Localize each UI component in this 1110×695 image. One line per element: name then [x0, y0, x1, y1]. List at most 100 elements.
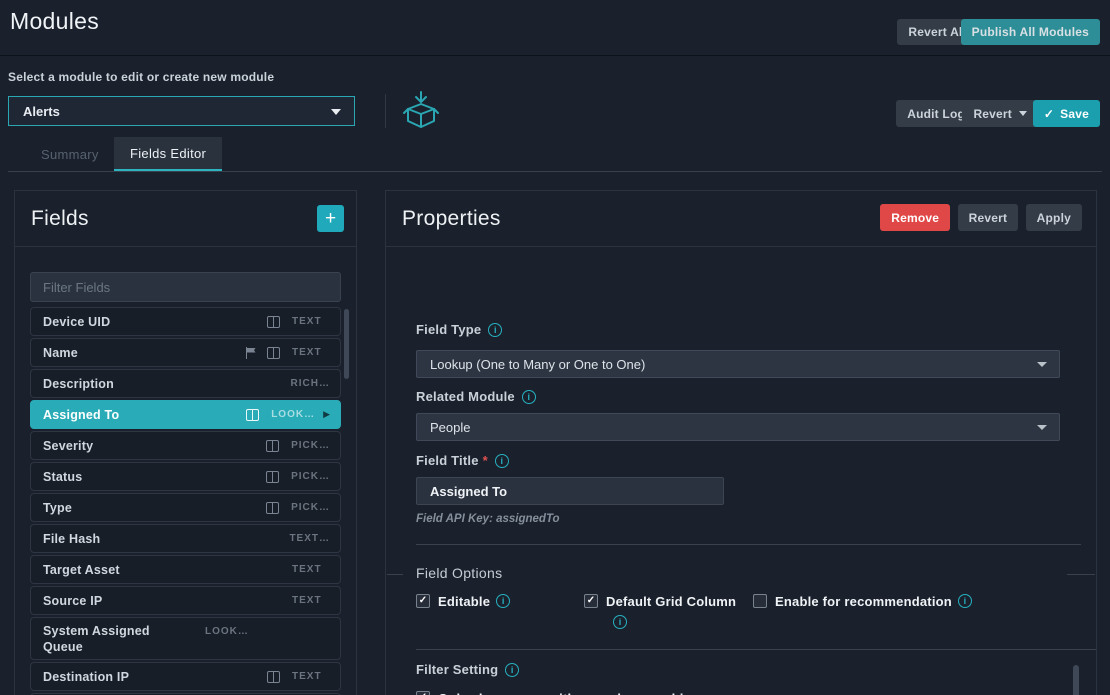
module-select-value: Alerts	[23, 104, 60, 119]
page-title: Modules	[10, 8, 99, 35]
tab-fields-editor[interactable]: Fields Editor	[114, 137, 222, 172]
grid-column-icon	[266, 502, 279, 514]
field-type-badge: TEXT	[292, 316, 330, 327]
field-type-badge: TEXT…	[289, 533, 330, 544]
chevron-down-icon	[1019, 111, 1027, 116]
related-module-dropdown[interactable]: People	[416, 413, 1060, 441]
checkbox-icon: ✓	[584, 594, 598, 608]
fields-panel-title: Fields	[31, 207, 89, 231]
check-icon: ✓	[1044, 107, 1054, 121]
field-title-label-text: Field Title	[416, 453, 479, 468]
module-import-box-icon	[402, 90, 440, 132]
info-icon[interactable]: i	[505, 663, 519, 677]
info-icon[interactable]: i	[613, 615, 627, 629]
field-type-badge: TEXT	[292, 671, 330, 682]
field-name: Target Asset	[43, 563, 280, 577]
editable-checkbox-label: Editable	[438, 594, 490, 609]
publish-all-modules-button[interactable]: Publish All Modules	[961, 19, 1100, 45]
field-row-system-assigned-queue[interactable]: System Assigned Queue LOOK…	[30, 617, 341, 660]
chevron-down-icon	[1037, 425, 1047, 430]
checkbox-icon: ✓	[416, 691, 430, 695]
info-icon[interactable]: i	[522, 390, 536, 404]
properties-scrollbar[interactable]	[1073, 665, 1079, 695]
remove-button[interactable]: Remove	[880, 204, 950, 231]
field-row-device-uid[interactable]: Device UID TEXT	[30, 307, 341, 336]
header-divider	[0, 55, 1110, 56]
field-row-status[interactable]: Status PICK…	[30, 462, 341, 491]
save-label: Save	[1060, 107, 1089, 121]
grid-column-icon	[266, 440, 279, 452]
default-grid-column-checkbox-label: Default Grid Column	[606, 594, 736, 609]
field-name: Source IP	[43, 594, 280, 608]
field-row-file-hash[interactable]: File Hash TEXT…	[30, 524, 341, 553]
grid-column-icon	[267, 316, 280, 328]
tab-summary[interactable]: Summary	[25, 137, 115, 172]
grid-column-icon	[266, 471, 279, 483]
ownership-checkbox[interactable]: ✓ Only show users with record ownership	[416, 691, 692, 695]
field-row-severity[interactable]: SeverityPICK…	[30, 431, 341, 460]
modules-page: Modules Revert All Publish All Modules S…	[0, 0, 1110, 695]
checkbox-icon: ✓	[416, 594, 430, 608]
module-select-dropdown[interactable]: Alerts	[8, 96, 355, 126]
ownership-checkbox-label: Only show users with record ownership	[438, 691, 692, 695]
field-row-target-asset[interactable]: Target AssetTEXT	[30, 555, 341, 584]
default-grid-column-checkbox[interactable]: ✓ Default Grid Column	[584, 594, 736, 609]
field-name: Description	[43, 377, 279, 391]
field-type-badge: PICK…	[291, 471, 330, 482]
save-button[interactable]: ✓ Save	[1033, 100, 1100, 127]
field-type-label-text: Field Type	[416, 322, 481, 337]
module-select-label: Select a module to edit or create new mo…	[8, 70, 274, 84]
field-name: Status	[43, 470, 256, 484]
field-title-input[interactable]	[416, 477, 724, 505]
apply-button[interactable]: Apply	[1026, 204, 1082, 231]
enable-for-recommendation-checkbox-label: Enable for recommendation	[775, 594, 952, 609]
filter-setting-label-text: Filter Setting	[416, 662, 498, 677]
enable-for-recommendation-checkbox[interactable]: Enable for recommendation i	[753, 594, 972, 609]
info-icon[interactable]: i	[958, 594, 972, 608]
field-name: File Hash	[43, 532, 277, 546]
grid-column-icon	[246, 409, 259, 421]
field-name: System Assigned Queue	[43, 623, 193, 656]
properties-panel-header: Properties Remove Revert Apply	[386, 191, 1096, 247]
expand-arrow-icon: ▶	[323, 409, 330, 420]
section-divider	[416, 649, 1096, 650]
info-icon[interactable]: i	[495, 454, 509, 468]
revert-field-button[interactable]: Revert	[958, 204, 1019, 231]
add-field-button[interactable]: +	[317, 205, 344, 232]
field-type-dropdown[interactable]: Lookup (One to Many or One to One)	[416, 350, 1060, 378]
field-name: Severity	[43, 439, 256, 453]
field-row-type[interactable]: TypePICK…	[30, 493, 341, 522]
fields-list-scrollbar[interactable]	[344, 309, 349, 379]
info-icon[interactable]: i	[488, 323, 502, 337]
editable-checkbox[interactable]: ✓ Editable i	[416, 594, 510, 609]
flag-icon	[245, 347, 257, 359]
revert-dropdown-button[interactable]: Revert	[962, 100, 1038, 127]
related-module-label: Related Module i	[416, 389, 536, 404]
filter-fields-input[interactable]	[30, 272, 341, 302]
section-divider	[416, 544, 1081, 545]
properties-panel-title: Properties	[402, 207, 501, 231]
grid-column-icon	[267, 347, 280, 359]
fields-list: Device UIDTEXTNameTEXTDescriptionRICH…As…	[30, 307, 341, 695]
field-name: Name	[43, 346, 235, 360]
field-row-assigned-to[interactable]: Assigned ToLOOK…▶	[30, 400, 341, 429]
fields-panel-body: Device UIDTEXTNameTEXTDescriptionRICH…As…	[15, 247, 356, 695]
field-name: Device UID	[43, 315, 257, 329]
field-row-name[interactable]: NameTEXT	[30, 338, 341, 367]
field-api-key: Field API Key: assignedTo	[416, 513, 560, 525]
field-type-badge: TEXT	[292, 595, 330, 606]
field-row-description[interactable]: DescriptionRICH…	[30, 369, 341, 398]
chevron-down-icon	[331, 109, 341, 115]
field-row-source-ip[interactable]: Source IP TEXT	[30, 586, 341, 615]
field-type-label: Field Type i	[416, 322, 502, 337]
field-type-value: Lookup (One to Many or One to One)	[430, 357, 645, 372]
field-type-badge: LOOK…	[205, 626, 249, 637]
field-name: Type	[43, 501, 256, 515]
fields-panel-header: Fields +	[15, 191, 356, 247]
field-title-label: Field Title * i	[416, 453, 509, 468]
info-icon[interactable]: i	[496, 594, 510, 608]
vertical-divider	[385, 94, 386, 128]
field-row-destination-ip[interactable]: Destination IPTEXT	[30, 662, 341, 691]
required-asterisk: *	[483, 453, 488, 468]
related-module-label-text: Related Module	[416, 389, 515, 404]
